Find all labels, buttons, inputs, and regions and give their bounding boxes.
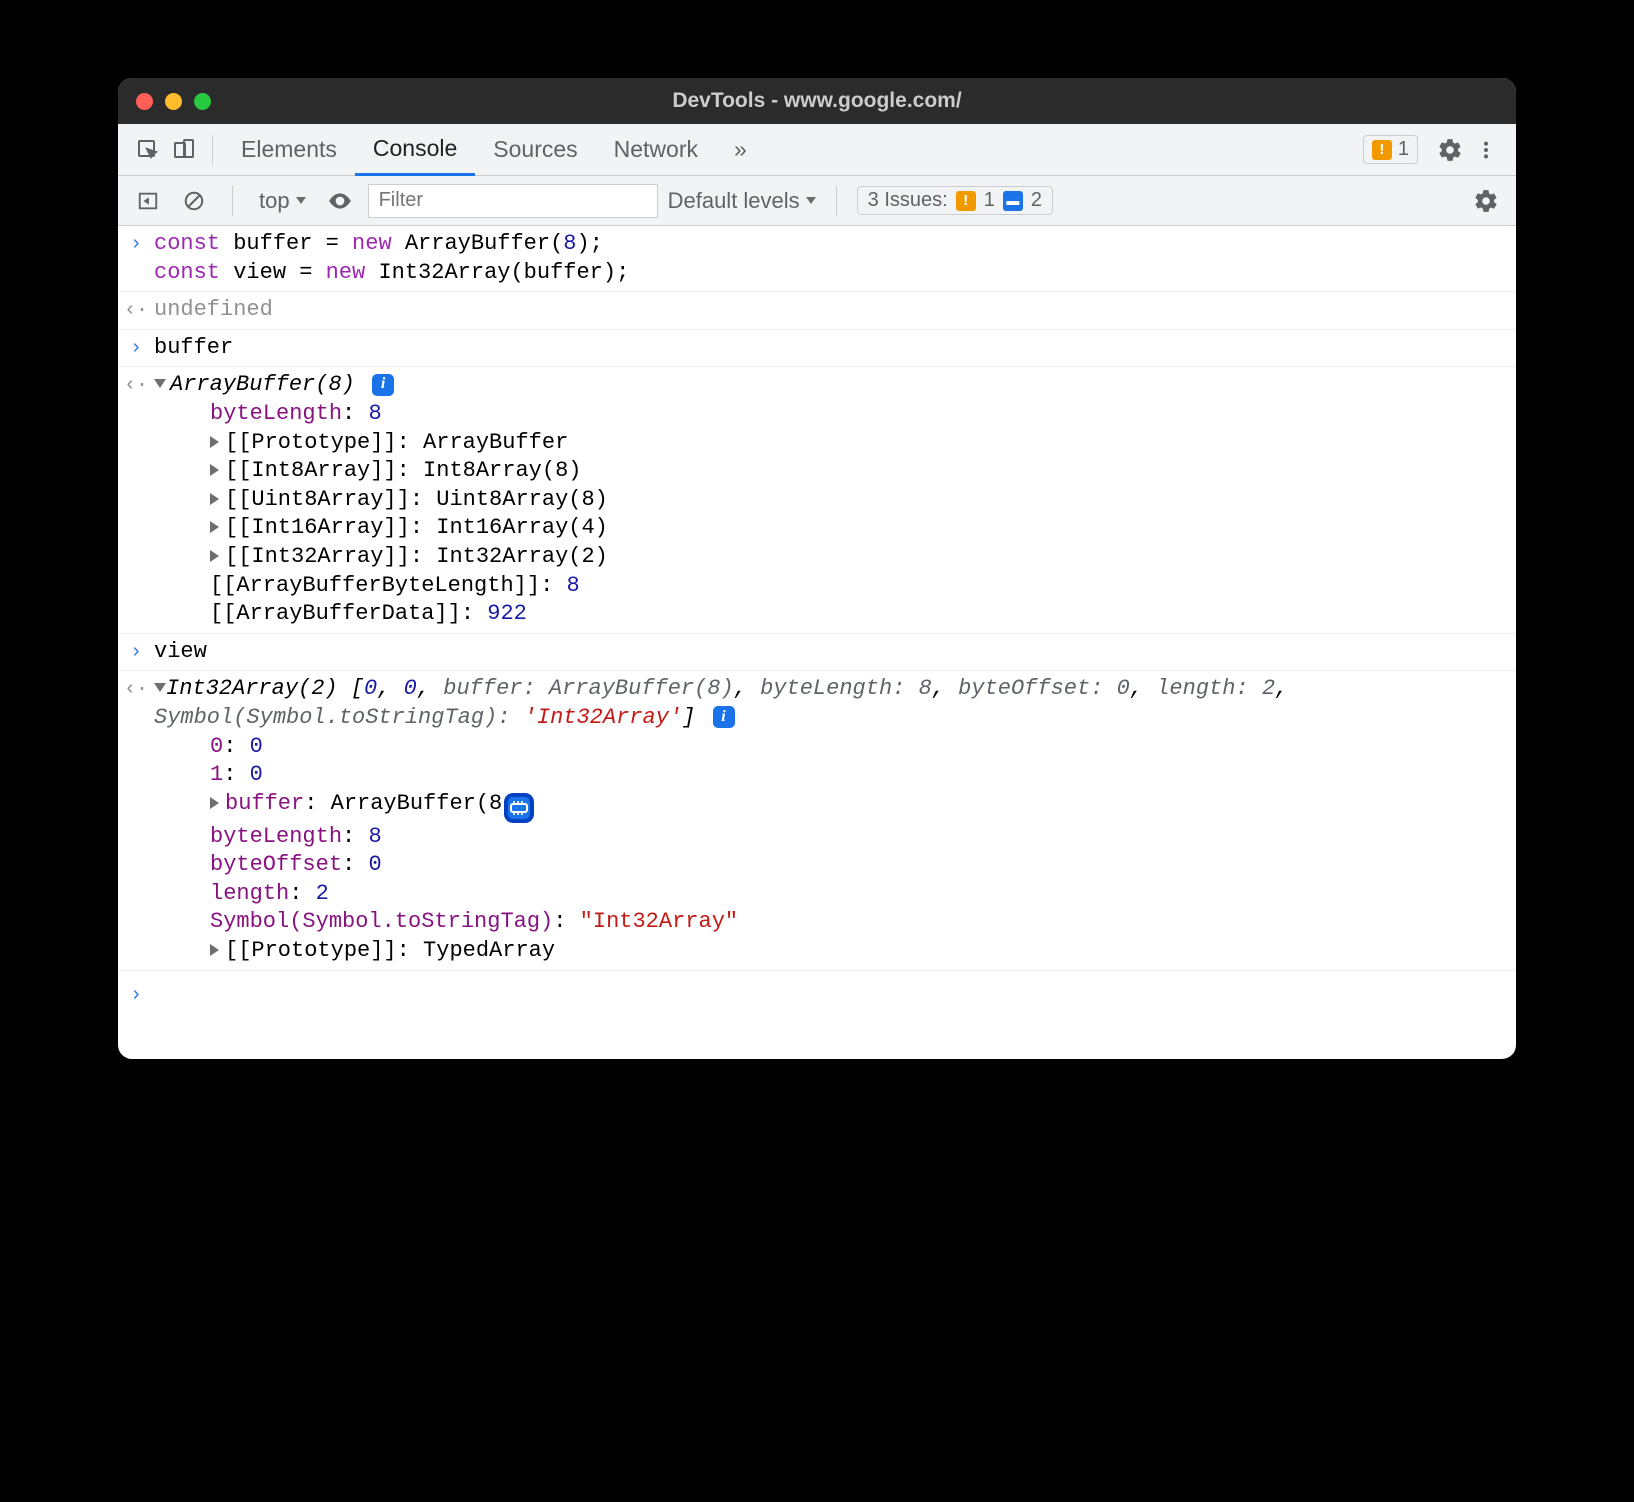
expand-down-icon[interactable] [154, 683, 166, 692]
chevron-down-icon [806, 197, 816, 204]
property-row[interactable]: [[Int8Array]]: Int8Array(8) [154, 457, 1504, 486]
issues-warn-count: 1 [984, 189, 995, 212]
code-line: buffer [154, 334, 1516, 363]
console-output-row: ‹· undefined [118, 292, 1516, 330]
tab-network[interactable]: Network [596, 124, 716, 176]
property-row[interactable]: buffer: ArrayBuffer(8 [154, 790, 1504, 823]
property-row[interactable]: byteLength: 8 [154, 823, 1504, 852]
object-header[interactable]: Int32Array(2) [0, 0, buffer: ArrayBuffer… [154, 675, 1504, 732]
property-row[interactable]: [[Int32Array]]: Int32Array(2) [154, 543, 1504, 572]
output-chevron-icon: ‹· [118, 296, 154, 325]
divider [212, 135, 213, 165]
expand-right-icon[interactable] [210, 797, 219, 809]
divider [836, 186, 837, 216]
property-row[interactable]: [[Uint8Array]]: Uint8Array(8) [154, 486, 1504, 515]
input-chevron-icon: › [118, 334, 154, 363]
input-chevron-icon: › [118, 638, 154, 667]
property-row[interactable]: 0: 0 [154, 733, 1504, 762]
console-input-row[interactable]: › view [118, 634, 1516, 672]
context-label: top [259, 188, 290, 214]
tab-console[interactable]: Console [355, 124, 475, 176]
property-row[interactable]: [[Prototype]]: ArrayBuffer [154, 429, 1504, 458]
main-toolbar: Elements Console Sources Network » ! 1 [118, 124, 1516, 176]
device-icon[interactable] [166, 132, 202, 168]
console-output-row: ‹· Int32Array(2) [0, 0, buffer: ArrayBuf… [118, 671, 1516, 969]
property-row[interactable]: Symbol(Symbol.toStringTag): "Int32Array" [154, 908, 1504, 937]
property-row[interactable]: [[ArrayBufferData]]: 922 [154, 600, 1504, 629]
tab-more[interactable]: » [716, 124, 765, 176]
object-expansion: Int32Array(2) [0, 0, buffer: ArrayBuffer… [154, 675, 1516, 965]
tab-sources[interactable]: Sources [475, 124, 595, 176]
chevron-down-icon [296, 197, 306, 204]
inspect-icon[interactable] [130, 132, 166, 168]
filter-input[interactable] [368, 184, 658, 218]
object-header[interactable]: ArrayBuffer(8) i [154, 371, 1504, 400]
kebab-icon[interactable] [1468, 132, 1504, 168]
property-row[interactable]: 1: 0 [154, 761, 1504, 790]
console-toolbar: top Default levels 3 Issues: ! 1 ▬ 2 [118, 176, 1516, 226]
warning-icon: ! [956, 191, 976, 211]
console-body: › const buffer = new ArrayBuffer(8); con… [118, 226, 1516, 1059]
devtools-window: DevTools - www.google.com/ Elements Cons… [118, 78, 1516, 1059]
info-icon: ▬ [1003, 191, 1023, 211]
tab-elements[interactable]: Elements [223, 124, 355, 176]
memory-inspector-icon[interactable] [504, 793, 534, 823]
code-line: const buffer = new ArrayBuffer(8); const… [154, 230, 1516, 287]
traffic-lights [118, 93, 211, 110]
issues-badge[interactable]: 3 Issues: ! 1 ▬ 2 [857, 186, 1053, 215]
property-row[interactable]: length: 2 [154, 880, 1504, 909]
log-levels[interactable]: Default levels [668, 188, 816, 214]
titlebar: DevTools - www.google.com/ [118, 78, 1516, 124]
code-line: view [154, 638, 1516, 667]
property-row[interactable]: byteLength: 8 [154, 400, 1504, 429]
close-icon[interactable] [136, 93, 153, 110]
property-row[interactable]: [[Int16Array]]: Int16Array(4) [154, 514, 1504, 543]
settings-icon[interactable] [1468, 183, 1504, 219]
levels-label: Default levels [668, 188, 800, 214]
prompt-input[interactable] [154, 981, 1516, 1009]
settings-icon[interactable] [1432, 132, 1468, 168]
expand-right-icon[interactable] [210, 521, 219, 533]
expand-right-icon[interactable] [210, 493, 219, 505]
output-chevron-icon: ‹· [118, 371, 154, 628]
object-expansion: ArrayBuffer(8) i byteLength: 8 [[Prototy… [154, 371, 1516, 628]
expand-right-icon[interactable] [210, 464, 219, 476]
property-row[interactable]: byteOffset: 0 [154, 851, 1504, 880]
clear-icon[interactable] [176, 183, 212, 219]
warning-icon: ! [1372, 140, 1392, 160]
expand-right-icon[interactable] [210, 550, 219, 562]
expand-right-icon[interactable] [210, 436, 219, 448]
eye-icon[interactable] [322, 183, 358, 219]
undefined-result: undefined [154, 296, 1516, 325]
warning-count: 1 [1398, 138, 1409, 161]
sidebar-toggle-icon[interactable] [130, 183, 166, 219]
property-row[interactable]: [[ArrayBufferByteLength]]: 8 [154, 572, 1504, 601]
context-selector[interactable]: top [253, 188, 312, 214]
input-chevron-icon: › [118, 230, 154, 287]
window-title: DevTools - www.google.com/ [118, 89, 1516, 113]
minimize-icon[interactable] [165, 93, 182, 110]
warnings-badge[interactable]: ! 1 [1363, 135, 1418, 164]
console-output-row: ‹· ArrayBuffer(8) i byteLength: 8 [[Prot… [118, 367, 1516, 633]
output-chevron-icon: ‹· [118, 675, 154, 965]
console-input-row[interactable]: › buffer [118, 330, 1516, 368]
issues-label: 3 Issues: [868, 189, 948, 212]
input-chevron-icon: › [118, 981, 154, 1009]
divider [232, 186, 233, 216]
console-input-row[interactable]: › const buffer = new ArrayBuffer(8); con… [118, 226, 1516, 292]
issues-info-count: 2 [1031, 189, 1042, 212]
info-icon[interactable]: i [372, 374, 394, 396]
console-prompt[interactable]: › [118, 970, 1516, 1059]
property-row[interactable]: [[Prototype]]: TypedArray [154, 937, 1504, 966]
zoom-icon[interactable] [194, 93, 211, 110]
expand-down-icon[interactable] [154, 379, 166, 388]
info-icon[interactable]: i [713, 706, 735, 728]
expand-right-icon[interactable] [210, 944, 219, 956]
